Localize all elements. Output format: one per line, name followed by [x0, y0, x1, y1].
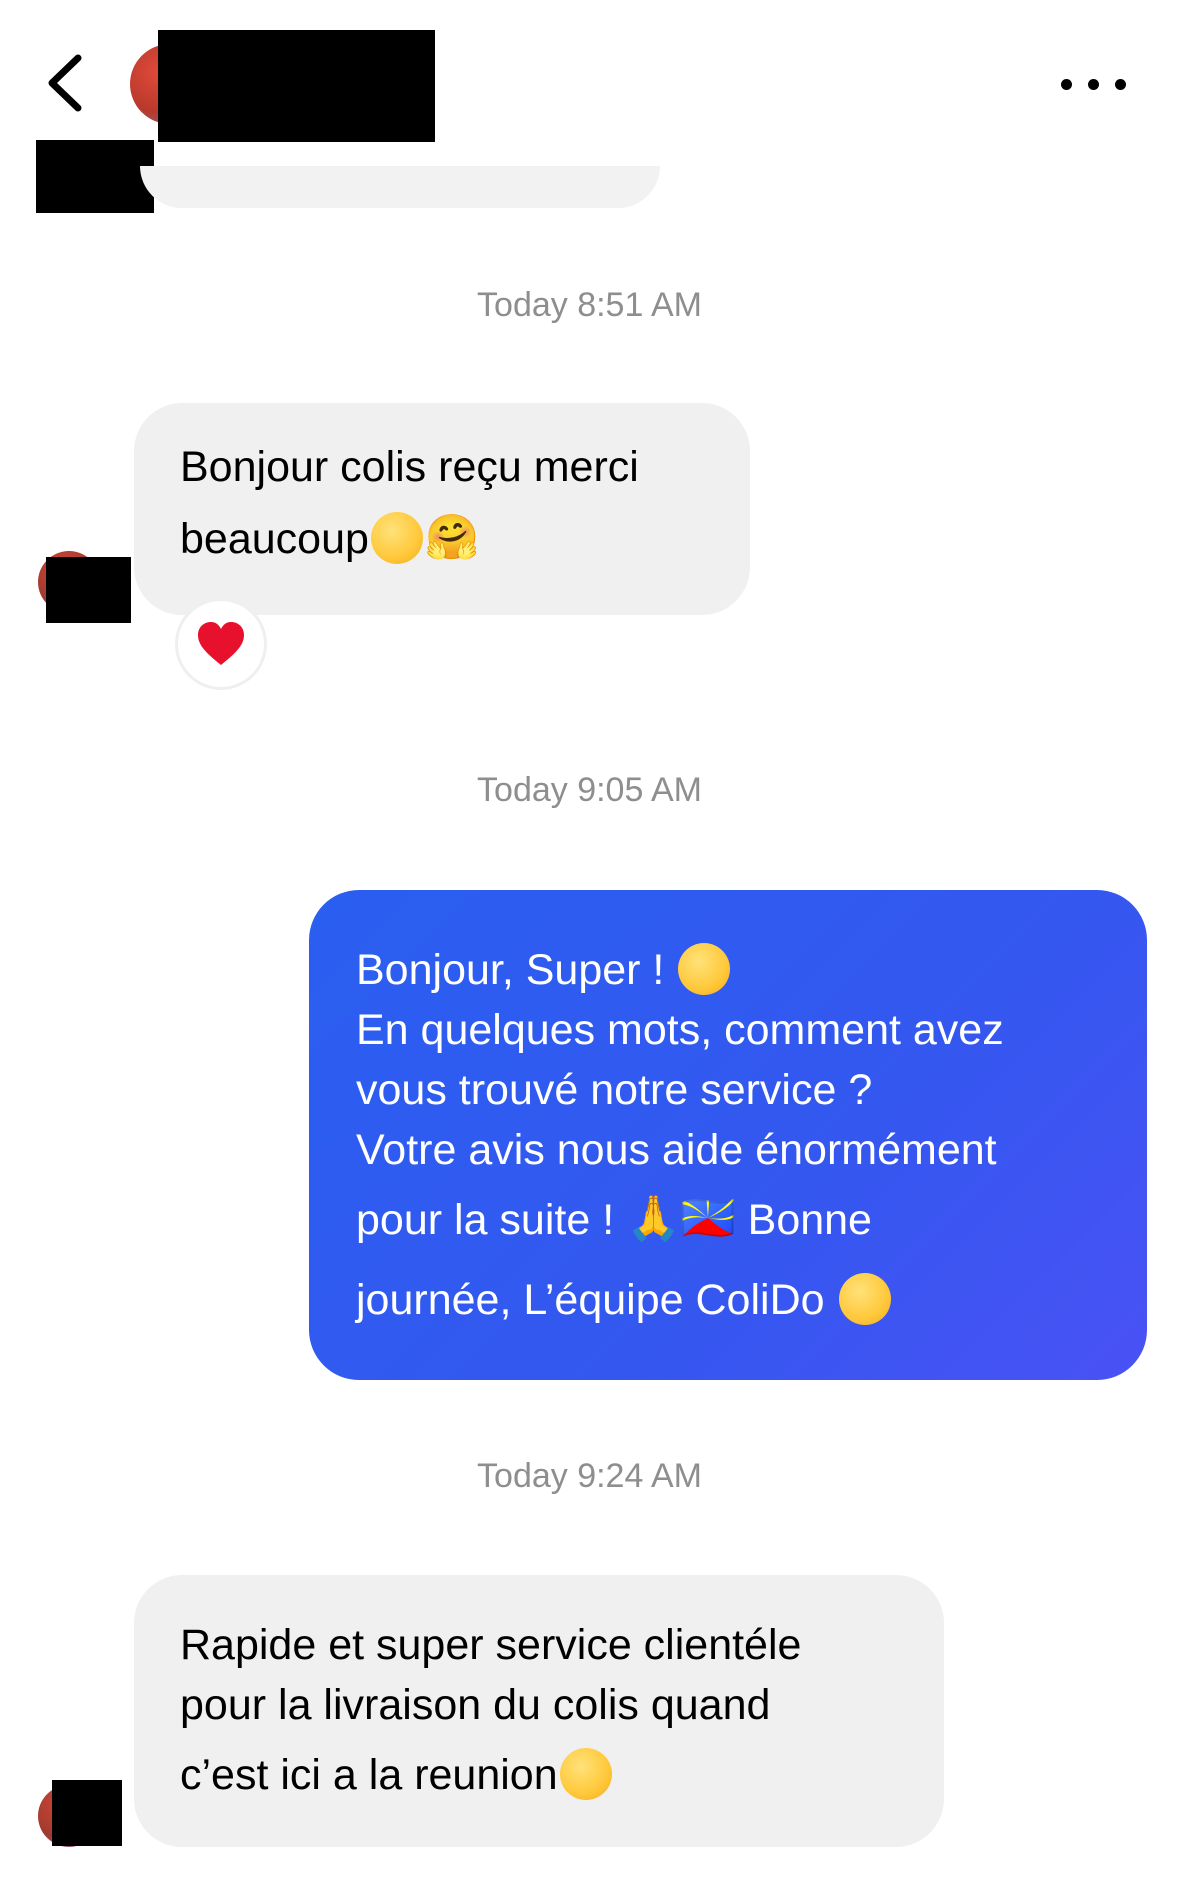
smiling-face-icon — [370, 511, 423, 564]
message-text: vous trouvé notre service ? — [356, 1066, 873, 1114]
back-button[interactable] — [40, 52, 90, 114]
incoming-message[interactable]: Bonjour colis reçu merci beaucoup 🤗 — [134, 403, 750, 615]
smiling-face-icon — [559, 1747, 612, 1800]
message-text: Bonne — [735, 1196, 872, 1244]
heart-icon — [198, 622, 244, 665]
message-text: Bonjour colis reçu merci — [180, 443, 639, 491]
redacted-contact-name — [158, 30, 435, 142]
more-horizontal-icon — [1061, 79, 1072, 90]
redacted-avatar — [52, 1780, 122, 1846]
smiling-face-icon — [678, 942, 731, 995]
redacted-label — [36, 140, 154, 213]
timestamp: Today 8:51 AM — [477, 286, 702, 324]
outgoing-message[interactable]: Bonjour, Super ! En quelques mots, comme… — [309, 890, 1147, 1380]
message-text: En quelques mots, comment avez — [356, 1006, 1004, 1054]
message-text: Bonjour, Super ! — [356, 946, 677, 994]
timestamp: Today 9:05 AM — [477, 771, 702, 809]
incoming-message[interactable]: Rapide et super service clientéle pour l… — [134, 1575, 944, 1847]
more-options-button[interactable] — [1055, 65, 1135, 105]
timestamp: Today 9:24 AM — [477, 1457, 702, 1495]
message-text: c’est ici a la reunion — [180, 1751, 558, 1799]
message-text: Rapide et super service clientéle — [180, 1621, 802, 1669]
message-text: beaucoup — [180, 515, 369, 563]
reunion-flag-icon: 🇷🇪 — [680, 1192, 736, 1244]
reaction-badge[interactable] — [175, 598, 267, 690]
hugging-face-icon: 🤗 — [424, 511, 480, 563]
message-text: pour la livraison du colis quand — [180, 1681, 771, 1729]
message-text: journée, L’équipe ColiDo — [356, 1276, 837, 1324]
chevron-left-icon — [48, 54, 82, 112]
message-text: Votre avis nous aide énormément — [356, 1126, 997, 1174]
redacted-avatar — [46, 557, 131, 623]
folded-hands-icon: 🙏 — [626, 1192, 681, 1244]
slightly-smiling-face-icon — [838, 1272, 891, 1325]
chat-header — [0, 0, 1179, 150]
previous-message-bubble — [140, 166, 660, 208]
message-text: pour la suite ! — [356, 1196, 627, 1244]
